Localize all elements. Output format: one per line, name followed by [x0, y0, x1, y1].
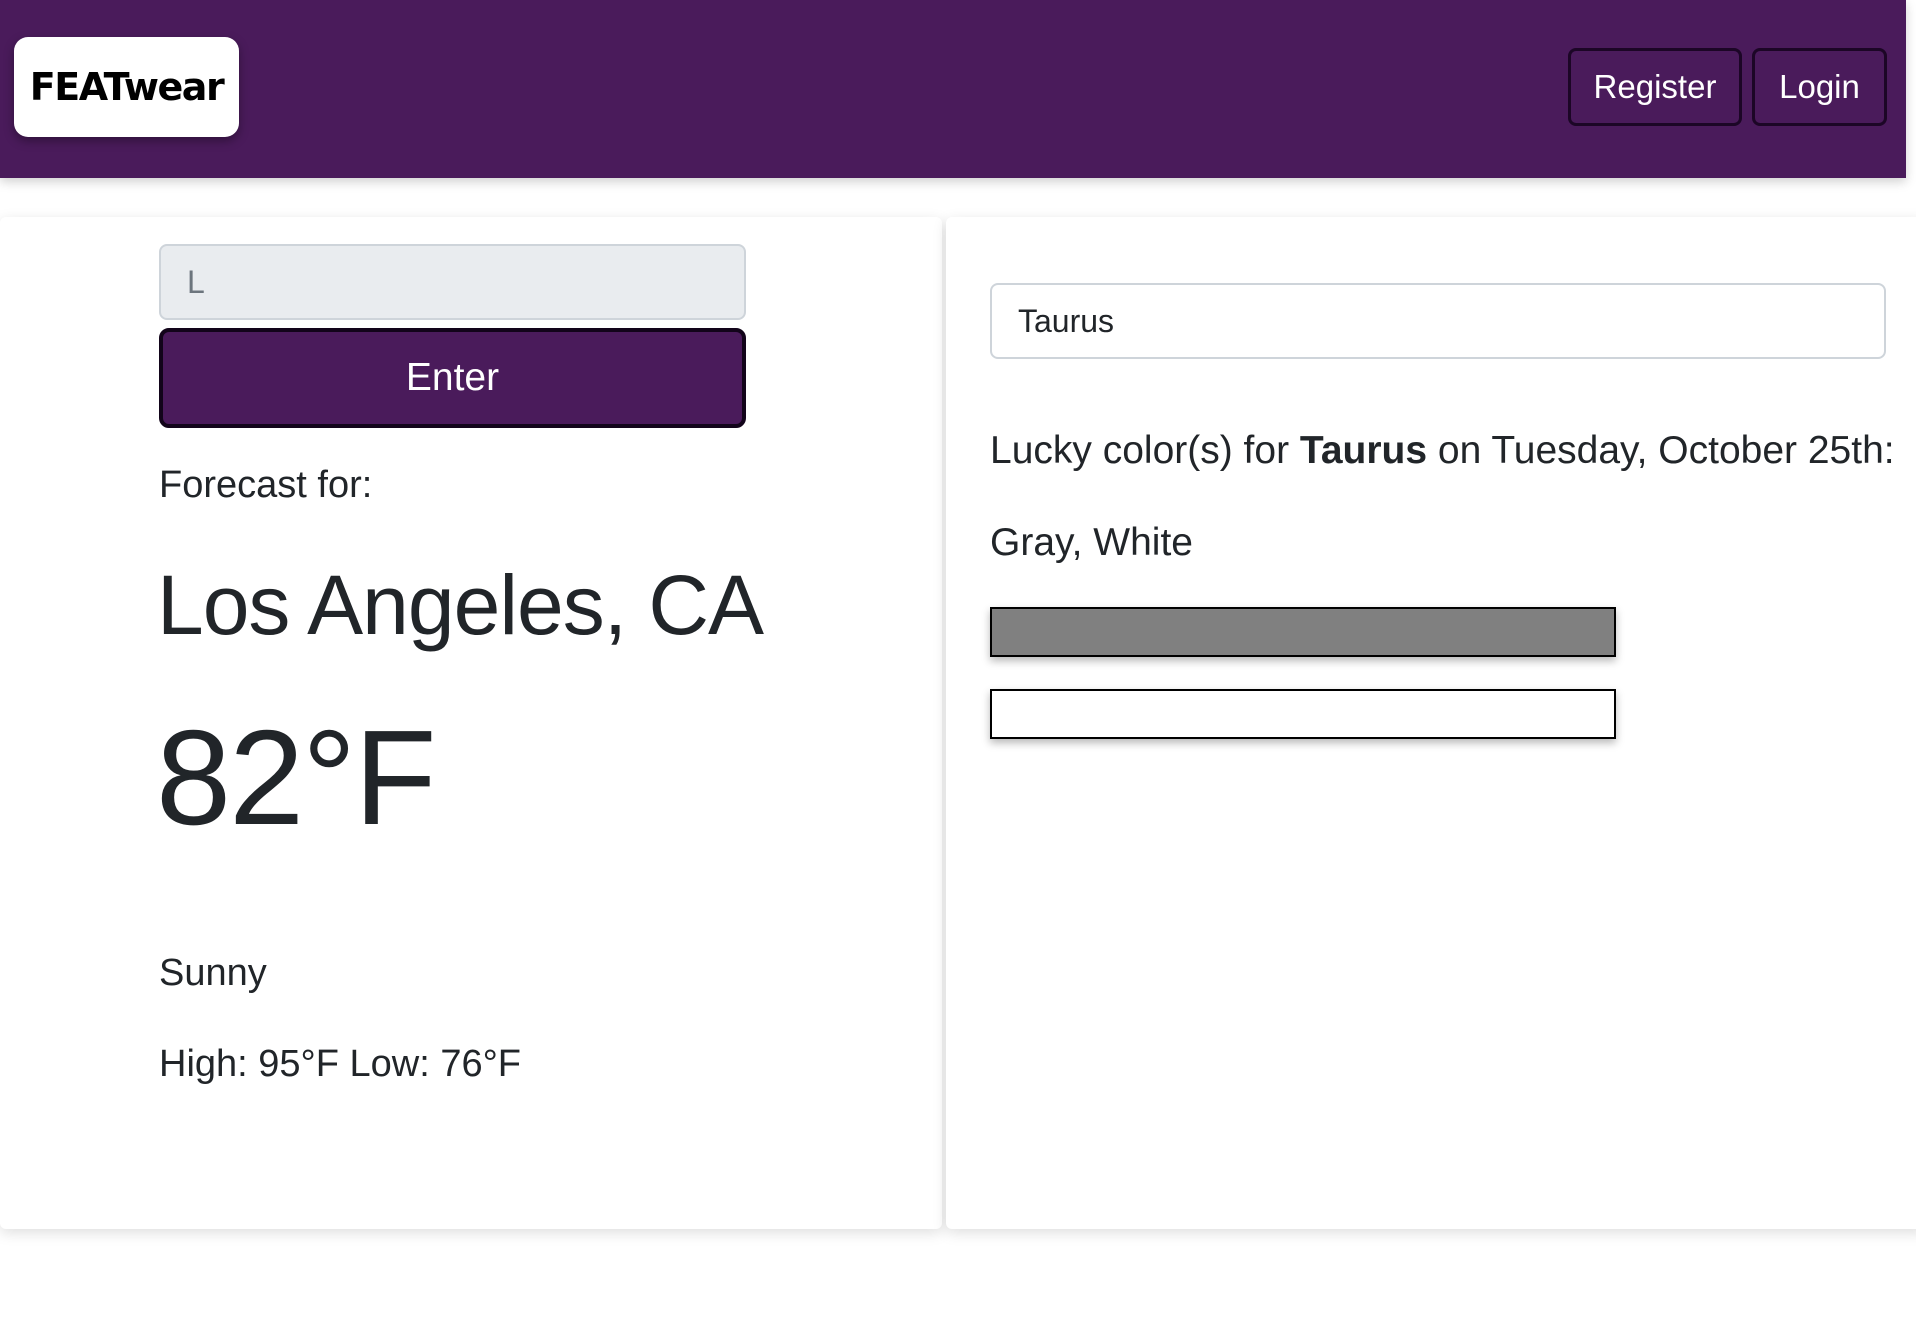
- login-button[interactable]: Login: [1752, 48, 1887, 126]
- zodiac-sign-input[interactable]: Taurus: [990, 283, 1886, 359]
- location-input[interactable]: L: [159, 244, 746, 320]
- brand-logo[interactable]: FEATwear: [14, 37, 239, 137]
- current-temperature: 82°F: [156, 702, 437, 853]
- lucky-sign: Taurus: [1299, 429, 1428, 472]
- city-name: Los Angeles, CA: [157, 558, 764, 652]
- lucky-colors-heading: Lucky color(s) for Taurus on Tuesday, Oc…: [990, 429, 1895, 473]
- weather-card: L Enter Forecast for: Los Angeles, CA 82…: [0, 217, 942, 1229]
- high-low-temperature: High: 95°F Low: 76°F: [159, 1043, 522, 1085]
- lucky-colors-list: Gray, White: [990, 521, 1193, 564]
- horoscope-card: Taurus Lucky color(s) for Taurus on Tues…: [946, 217, 1916, 1229]
- lucky-prefix: Lucky color(s) for: [990, 429, 1300, 472]
- lucky-suffix: on Tuesday, October 25th:: [1427, 429, 1895, 472]
- color-swatch-white: [990, 689, 1616, 739]
- enter-button[interactable]: Enter: [159, 328, 746, 428]
- forecast-label: Forecast for:: [159, 464, 373, 506]
- register-button[interactable]: Register: [1568, 48, 1742, 126]
- top-navbar: FEATwear Register Login: [0, 0, 1906, 178]
- weather-condition: Sunny: [159, 952, 267, 994]
- color-swatch-gray: [990, 607, 1616, 657]
